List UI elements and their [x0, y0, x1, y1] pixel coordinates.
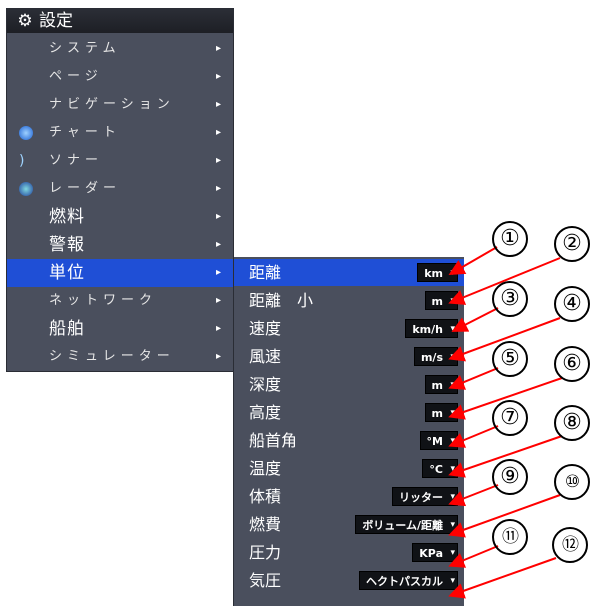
- callout-arrow: [448, 425, 499, 448]
- callout-arrow: [448, 557, 557, 599]
- callout-arrow: [448, 367, 499, 390]
- callout-number: ⑧: [554, 405, 590, 441]
- callout-number: ⑤: [492, 341, 528, 377]
- callout-number: ①: [492, 221, 528, 257]
- callout-number: ⑫: [552, 527, 588, 563]
- callout-number: ⑩: [554, 464, 590, 500]
- callout-number: ⑥: [554, 346, 590, 382]
- callout-arrow: [448, 246, 498, 276]
- callout-arrow: [448, 484, 499, 507]
- callout-number: ③: [492, 281, 528, 317]
- callout-number: ⑪: [492, 519, 528, 555]
- callout-arrow: [451, 307, 499, 332]
- callout-number: ⑦: [492, 400, 528, 436]
- callout-number: ②: [554, 226, 590, 262]
- callout-number: ④: [554, 286, 590, 322]
- callout-number: ⑨: [492, 459, 528, 495]
- callout-arrow: [448, 545, 499, 568]
